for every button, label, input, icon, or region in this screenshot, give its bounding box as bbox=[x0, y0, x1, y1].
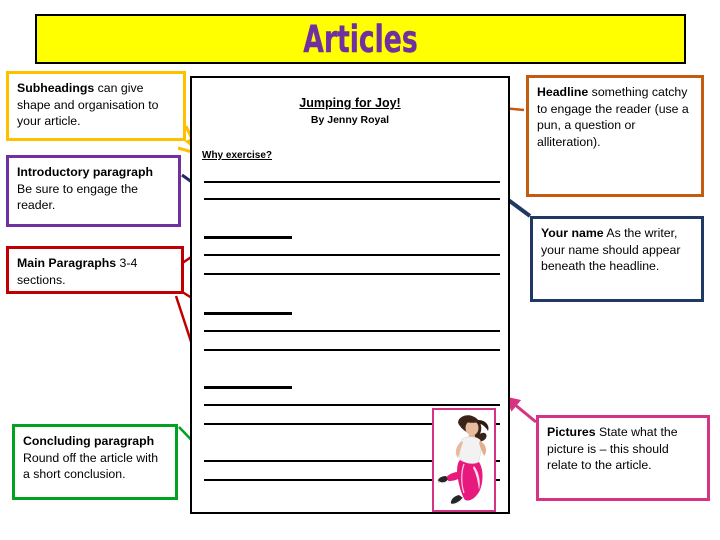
callout-your-name[interactable]: Your name As the writer, your name shoul… bbox=[530, 216, 704, 302]
callout-pictures[interactable]: Pictures State what the picture is – thi… bbox=[536, 415, 710, 501]
article-line bbox=[204, 386, 292, 389]
article-line bbox=[204, 330, 500, 332]
article-photo bbox=[432, 408, 496, 512]
article-line bbox=[204, 181, 500, 183]
callout-main-paragraphs-bold: Main Paragraphs bbox=[17, 256, 117, 270]
article-line bbox=[204, 273, 500, 275]
callout-concluding-text: Round off the article with a short concl… bbox=[23, 450, 159, 482]
callout-introductory-text: Be sure to engage the reader. bbox=[17, 181, 139, 213]
callout-your-name-bold: Your name bbox=[541, 226, 604, 240]
callout-concluding[interactable]: Concluding paragraph Round off the artic… bbox=[12, 424, 178, 500]
callout-subheadings-bold: Subheadings bbox=[17, 81, 95, 95]
arrow-pictures bbox=[504, 396, 537, 424]
jumping-woman-image bbox=[434, 410, 494, 510]
callout-subheadings[interactable]: Subheadings can give shape and organisat… bbox=[6, 71, 186, 141]
article-headline: Jumping for Joy! bbox=[299, 96, 401, 110]
slide-canvas: Articles Jumping for Joy! By Jenny Royal… bbox=[0, 0, 720, 540]
article-line bbox=[204, 198, 500, 200]
article-line bbox=[204, 312, 292, 315]
callout-introductory[interactable]: Introductory paragraph Be sure to engage… bbox=[6, 155, 181, 227]
callout-main-paragraphs[interactable]: Main Paragraphs 3-4 sections. bbox=[6, 246, 184, 294]
callout-headline[interactable]: Headline something catchy to engage the … bbox=[526, 75, 704, 197]
callout-introductory-bold: Introductory paragraph bbox=[17, 165, 153, 179]
callout-pictures-bold: Pictures bbox=[547, 425, 596, 439]
article-line bbox=[204, 349, 500, 351]
article-line bbox=[204, 236, 292, 239]
callout-headline-bold: Headline bbox=[537, 85, 589, 99]
article-sheet: Jumping for Joy! By Jenny Royal Why exer… bbox=[190, 76, 510, 514]
callout-concluding-bold: Concluding paragraph bbox=[23, 434, 155, 448]
article-subheading: Why exercise? bbox=[202, 150, 273, 161]
article-byline: By Jenny Royal bbox=[310, 114, 390, 126]
title-banner: Articles bbox=[35, 14, 686, 64]
article-line bbox=[204, 254, 500, 256]
page-title: Articles bbox=[303, 17, 418, 61]
article-line bbox=[204, 404, 500, 406]
